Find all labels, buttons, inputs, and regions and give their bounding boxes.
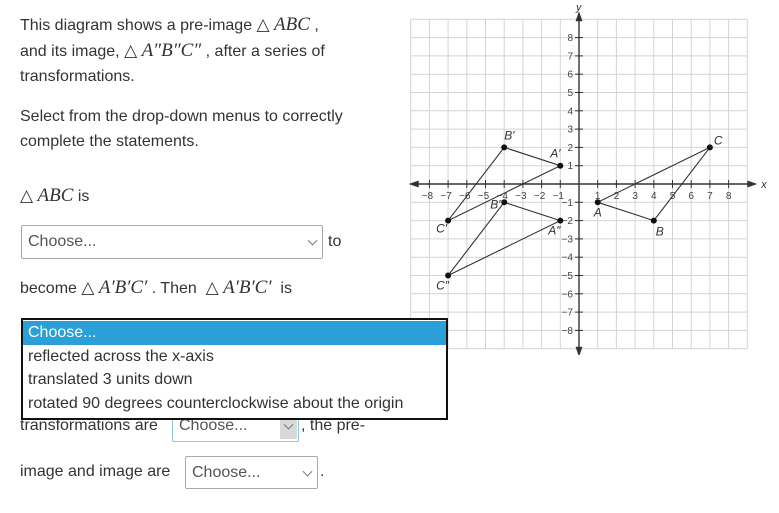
transformation-2-dropdown-list[interactable]: Choose... reflected across the x-axis tr…: [21, 318, 448, 420]
x-tick-label: −5: [478, 191, 490, 202]
y-tick-label: 5: [567, 88, 573, 99]
y-tick-label: −1: [562, 198, 574, 209]
chevron-down-icon: [302, 466, 313, 477]
vertex-label: B: [656, 225, 664, 239]
intro-line-3: transformations.: [20, 68, 135, 85]
intro-text: This diagram shows a pre-image △ ABC , a…: [20, 12, 325, 89]
transformation-1-select[interactable]: Choose...: [21, 225, 323, 259]
x-tick-label: 6: [688, 191, 694, 202]
y-tick-label: 6: [567, 70, 573, 81]
y-tick-label: −8: [562, 326, 574, 337]
vertex-label: A: [593, 205, 602, 219]
y-tick-label: 4: [567, 106, 573, 117]
triangle-a2b2c2-math: △ A″B″C″: [124, 40, 202, 61]
vertex-label: A″: [547, 224, 561, 238]
vertex-label: C′: [436, 222, 448, 236]
chevron-down-icon: [307, 235, 318, 246]
x-tick-label: 4: [651, 191, 657, 202]
y-tick-label: −4: [562, 253, 574, 264]
y-tick-label: −2: [562, 216, 574, 227]
vertex-point: [501, 144, 508, 151]
axes: [408, 11, 758, 355]
x-axis-right-arrow-icon: [747, 180, 758, 188]
y-tick-label: 1: [567, 161, 573, 172]
y-tick-label: −6: [562, 289, 574, 300]
vertex-point: [650, 217, 657, 224]
x-axis-label: x: [760, 179, 767, 191]
dropdown-option-choose[interactable]: Choose...: [23, 321, 446, 345]
dropdown-option-translated-3-down[interactable]: translated 3 units down: [23, 368, 446, 392]
intro-line-2: and its image, △ A″B″C″ , after a series…: [20, 40, 325, 61]
vertex-label: C″: [436, 279, 450, 293]
dropdown-option-reflected-x-axis[interactable]: reflected across the x-axis: [23, 345, 446, 369]
y-tick-label: −5: [562, 271, 574, 282]
tick-labels: −8 −7 −6 −5 −4 −3 −2 −1 1 2 3 4 5 6 7 8−8−7−6−5−4−3−2−1…: [422, 33, 732, 337]
x-tick-label: −8: [422, 191, 434, 202]
x-tick-label: 7: [707, 191, 713, 202]
x-tick-label: −7: [440, 191, 452, 202]
y-tick-label: −3: [562, 234, 574, 245]
y-axis-down-arrow-icon: [575, 346, 583, 355]
triangle-abc-math: △ ABC: [256, 14, 310, 35]
vertex-point: [706, 144, 713, 151]
dropdown-option-rotated-90-ccw[interactable]: rotated 90 degrees counterclockwise abou…: [23, 392, 446, 416]
vertex-label: C: [714, 133, 723, 147]
coordinate-plane: −8 −7 −6 −5 −4 −3 −2 −1 1 2 3 4 5 6 7 8−8−7−6−5−4−3−2−1…: [408, 5, 767, 355]
vertex-point: [557, 162, 564, 169]
y-axis-label: y: [575, 5, 583, 13]
y-tick-label: 7: [567, 51, 573, 62]
x-tick-label: −3: [515, 191, 527, 202]
statement-become: become △ A′B′C′ . Then △ A′B′C′ is: [20, 277, 292, 298]
relationship-select[interactable]: Choose...: [185, 456, 318, 489]
image-and-image-are-label: image and image are: [20, 463, 171, 480]
y-tick-label: 8: [567, 33, 573, 44]
vertex-label: B′: [504, 128, 515, 142]
y-tick-label: 3: [567, 125, 573, 136]
statement-abc-is: △ ABC is: [20, 185, 90, 206]
instructions: Select from the drop-down menus to corre…: [20, 108, 343, 150]
y-tick-label: −7: [562, 308, 574, 319]
period: .: [320, 463, 325, 480]
y-tick-label: 2: [567, 143, 573, 154]
x-tick-label: 3: [632, 191, 638, 202]
x-tick-label: −2: [534, 191, 546, 202]
to-label: to: [328, 233, 342, 250]
vertex-label: A′: [549, 147, 561, 161]
intro-line-1: This diagram shows a pre-image △ ABC ,: [20, 14, 319, 35]
vertex-label: B″: [490, 197, 503, 211]
x-tick-label: 8: [726, 191, 732, 202]
